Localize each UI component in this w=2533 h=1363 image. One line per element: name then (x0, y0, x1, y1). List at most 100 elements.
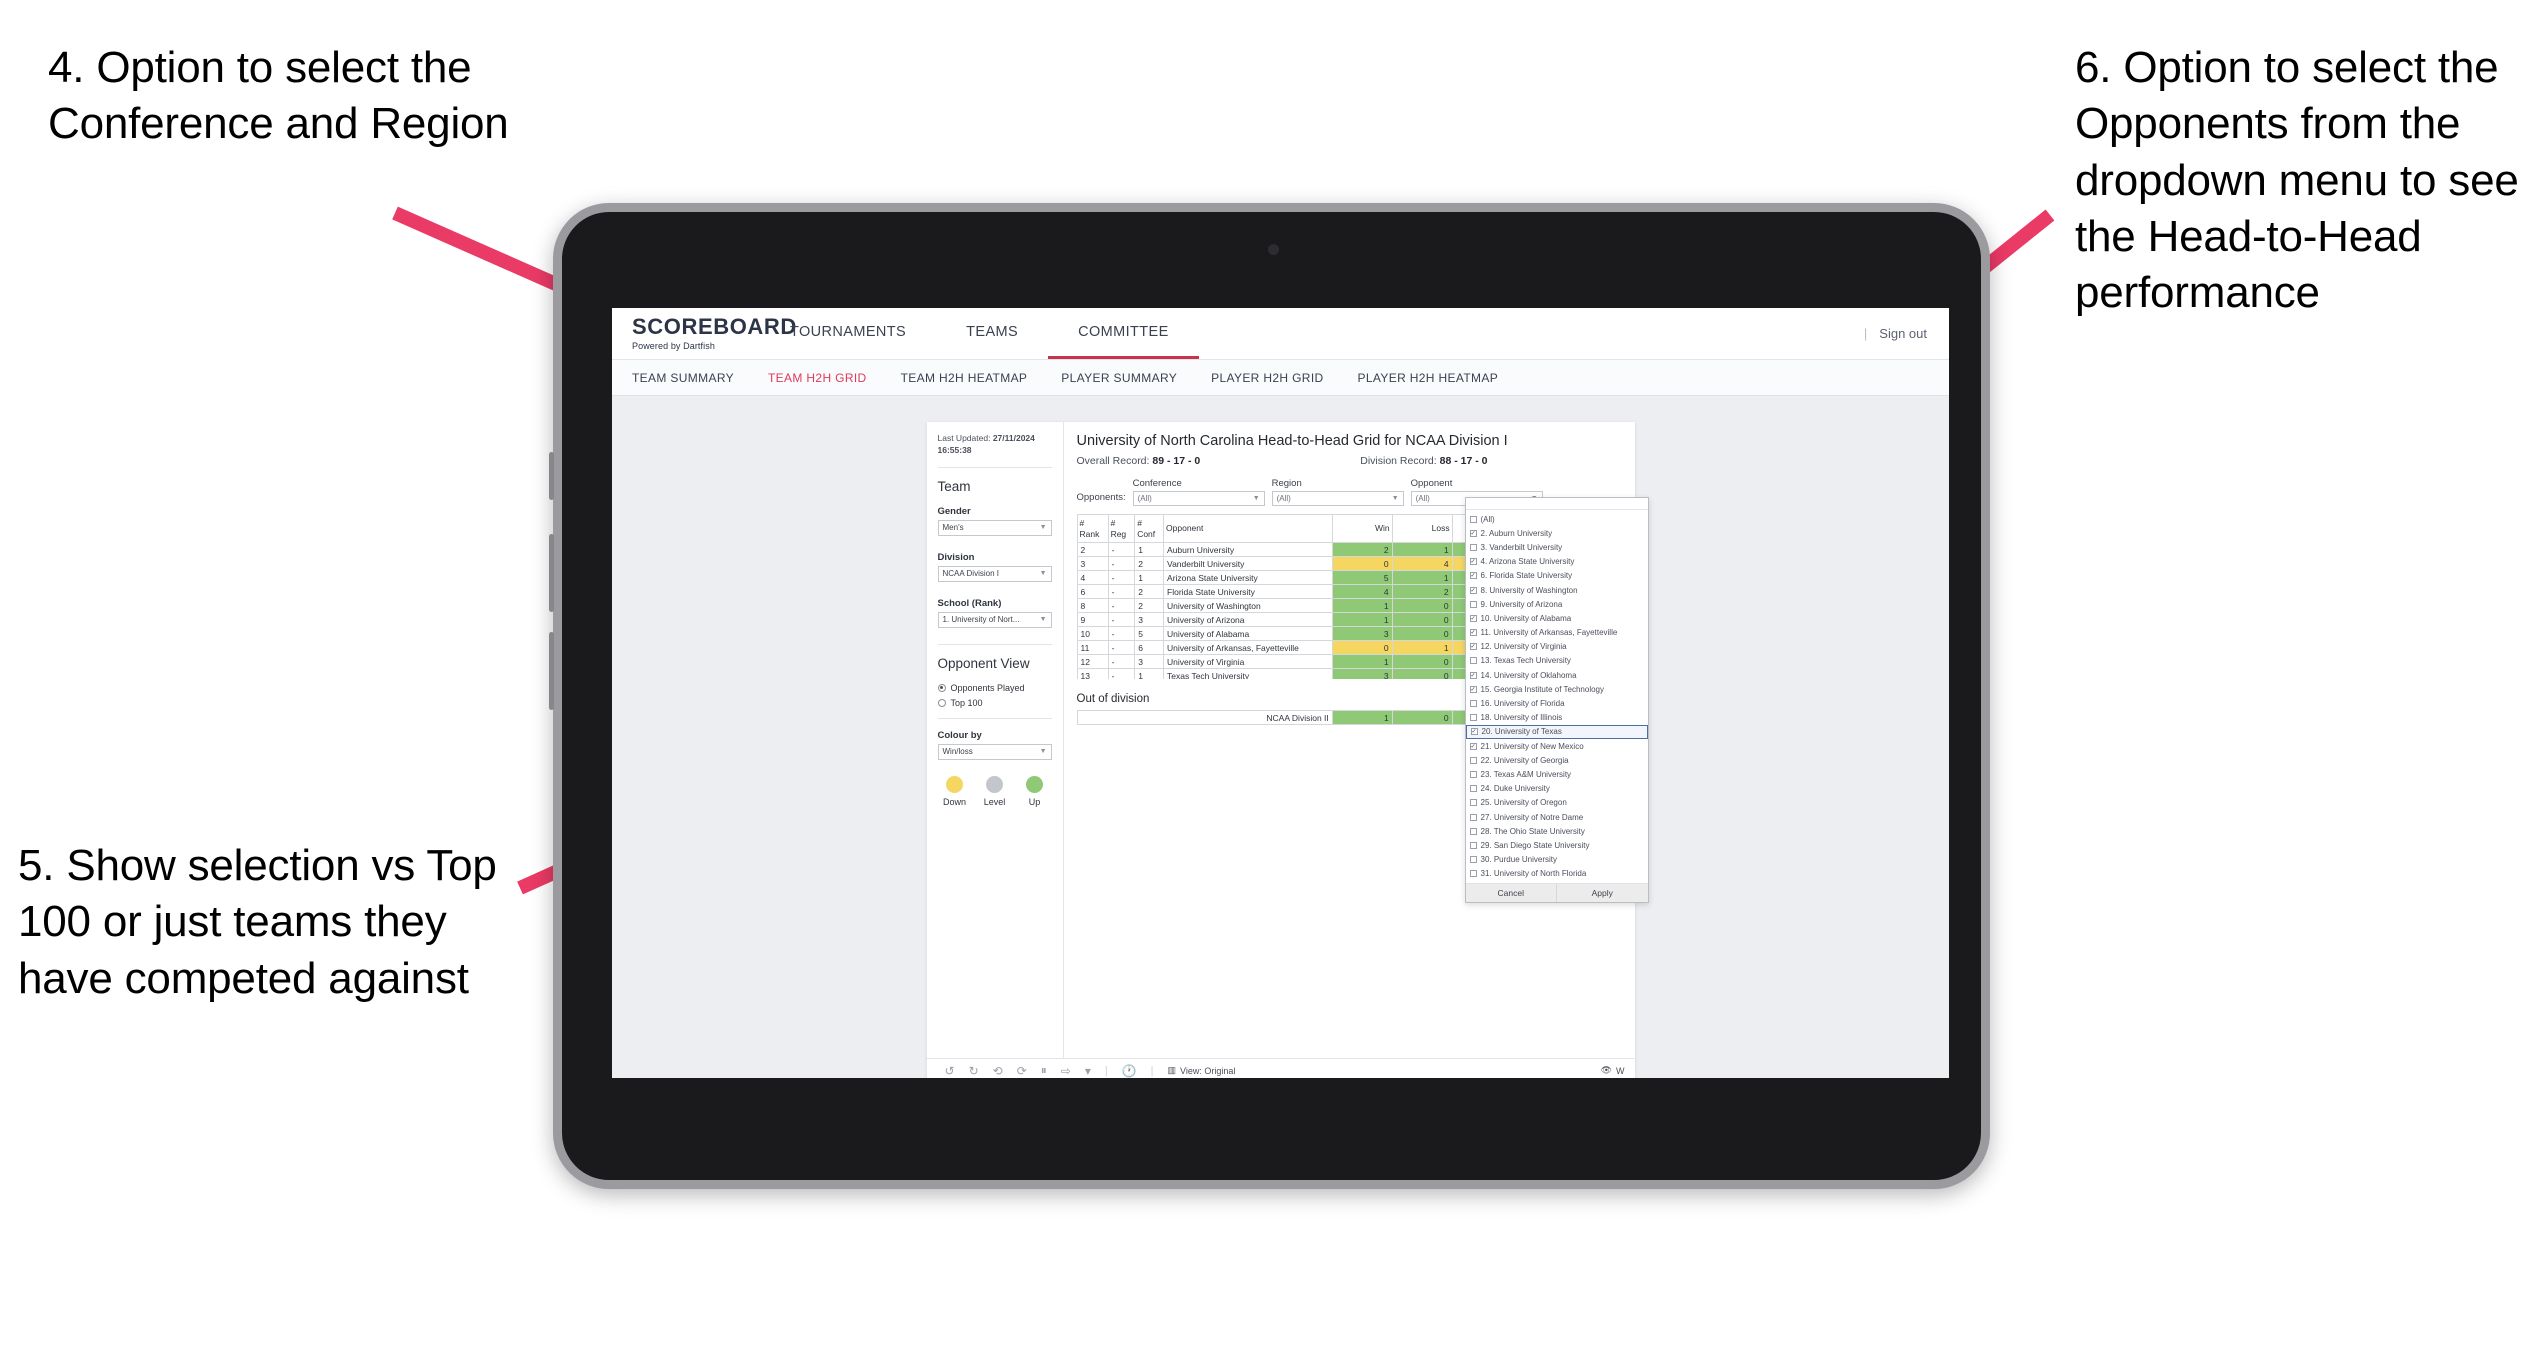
checkbox-icon[interactable] (1469, 657, 1477, 665)
table-row[interactable]: 11-6 University of Arkansas, Fayetteville… (1076, 640, 1482, 656)
checkbox-icon[interactable]: ✓ (1469, 742, 1477, 750)
chevron-down-icon[interactable]: ▾ (1085, 1064, 1091, 1078)
history-icon[interactable]: 🕐 (1122, 1064, 1137, 1078)
redo-icon[interactable]: ↻ (969, 1064, 979, 1078)
dropdown-option[interactable]: ✓ 12. University of Virginia (1466, 640, 1648, 654)
chevron-down-icon: ▼ (1039, 748, 1047, 756)
school-select[interactable]: 1. University of Nort... ▼ (937, 611, 1052, 628)
header-right: | Sign out (1864, 326, 1949, 341)
dropdown-option[interactable]: 24. Duke University (1466, 782, 1648, 796)
apply-button[interactable]: Apply (1556, 883, 1648, 902)
radio-top-100[interactable]: Top 100 (937, 698, 1052, 708)
revert-icon[interactable]: ⟲ (993, 1064, 1003, 1078)
checkbox-icon[interactable]: ✓ (1469, 643, 1477, 651)
region-select[interactable]: (All) ▼ (1271, 491, 1404, 506)
table-row[interactable]: 2-1 Auburn University 2 1 (1076, 542, 1482, 558)
ood-loss: 0 (1391, 710, 1453, 725)
dropdown-search-field[interactable] (1465, 498, 1648, 510)
view-original-button[interactable]: ▥ View: Original (1168, 1065, 1236, 1076)
undo-icon[interactable]: ↺ (945, 1064, 955, 1078)
table-row[interactable]: 13-1 Texas Tech University 3 0 (1076, 668, 1482, 679)
dropdown-option[interactable]: 28. The Ohio State University (1466, 824, 1648, 838)
eye-icon[interactable]: 👁 (1601, 1065, 1612, 1076)
checkbox-icon[interactable]: ✓ (1469, 572, 1477, 580)
nav-committee[interactable]: COMMITTEE (1048, 308, 1199, 359)
dropdown-option[interactable]: 29. San Diego State University (1466, 838, 1648, 852)
checkbox-icon[interactable] (1469, 870, 1477, 878)
dropdown-option[interactable]: 3. Vanderbilt University (1466, 540, 1648, 554)
dropdown-option[interactable]: ✓ 14. University of Oklahoma (1466, 668, 1648, 682)
checkbox-icon[interactable] (1469, 756, 1477, 764)
dropdown-option[interactable]: ✓ 10. University of Alabama (1466, 611, 1648, 625)
dropdown-option[interactable]: ✓ 20. University of Texas (1465, 724, 1648, 739)
cancel-button[interactable]: Cancel (1466, 884, 1557, 902)
checkbox-icon[interactable] (1469, 827, 1477, 835)
gender-select[interactable]: Men's ▼ (937, 519, 1052, 536)
colour-by-value: Win/loss (942, 747, 973, 757)
checkbox-icon[interactable] (1469, 813, 1477, 821)
table-row[interactable]: 8-2 University of Washington 1 0 (1076, 598, 1482, 614)
brand-logo[interactable]: SCOREBOARD Powered by Dartfish (612, 316, 796, 352)
dropdown-option[interactable]: ✓ 2. Auburn University (1466, 526, 1648, 540)
tab-player-h2h-heatmap[interactable]: PLAYER H2H HEATMAP (1358, 371, 1499, 385)
checkbox-icon[interactable] (1469, 700, 1477, 708)
dropdown-option[interactable]: ✓ 4. Arizona State University (1466, 555, 1648, 569)
checkbox-icon[interactable]: ✓ (1469, 558, 1477, 566)
radio-icon-unselected (937, 698, 946, 707)
table-row[interactable]: 3-2 Vanderbilt University 0 4 (1076, 556, 1482, 572)
checkbox-icon[interactable] (1469, 770, 1477, 778)
table-row[interactable]: 4-1 Arizona State University 5 1 (1076, 570, 1482, 586)
dropdown-option[interactable]: 16. University of Florida (1466, 696, 1648, 710)
dropdown-option[interactable]: 27. University of Notre Dame (1466, 810, 1648, 824)
dropdown-option[interactable]: ✓ 8. University of Washington (1466, 583, 1648, 597)
sign-out-link[interactable]: Sign out (1879, 326, 1927, 341)
dropdown-option[interactable]: 18. University of Illinois (1466, 711, 1648, 725)
nav-tournaments[interactable]: TOURNAMENTS (760, 308, 936, 359)
checkbox-icon[interactable]: ✓ (1469, 671, 1477, 679)
division-select[interactable]: NCAA Division I ▼ (937, 565, 1052, 582)
tab-team-summary[interactable]: TEAM SUMMARY (632, 371, 734, 385)
checkbox-icon[interactable]: ✓ (1469, 629, 1477, 637)
checkbox-icon[interactable]: ✓ (1469, 685, 1477, 693)
checkbox-icon[interactable]: ✓ (1469, 586, 1477, 594)
checkbox-icon[interactable] (1469, 515, 1477, 523)
dropdown-option[interactable]: (All) (1466, 512, 1648, 526)
opponent-dropdown-menu[interactable]: (All) ✓ 2. Auburn University 3. Vanderbilt … (1464, 497, 1649, 903)
dropdown-option[interactable]: 30. Purdue University (1466, 853, 1648, 867)
tab-team-h2h-grid[interactable]: TEAM H2H GRID (768, 371, 867, 385)
tab-team-h2h-heatmap[interactable]: TEAM H2H HEATMAP (901, 371, 1028, 385)
refresh-data-icon[interactable]: ⟳ (1017, 1064, 1027, 1078)
dropdown-option[interactable]: 13. Texas Tech University (1466, 654, 1648, 668)
dropdown-option[interactable]: 9. University of Arizona (1466, 597, 1648, 611)
table-row[interactable]: 12-3 University of Virginia 1 0 (1076, 654, 1482, 670)
dropdown-option[interactable]: ✓ 21. University of New Mexico (1466, 739, 1648, 753)
checkbox-icon[interactable] (1469, 799, 1477, 807)
checkbox-icon[interactable] (1469, 543, 1477, 551)
share-icon[interactable]: ⇨ (1061, 1064, 1071, 1078)
table-row[interactable]: 10-5 University of Alabama 3 0 (1076, 626, 1482, 642)
tab-player-summary[interactable]: PLAYER SUMMARY (1061, 371, 1177, 385)
checkbox-icon[interactable] (1469, 856, 1477, 864)
table-row[interactable]: 9-3 University of Arizona 1 0 (1076, 612, 1482, 628)
checkbox-icon[interactable]: ✓ (1469, 529, 1477, 537)
checkbox-icon[interactable] (1469, 714, 1477, 722)
checkbox-icon[interactable] (1469, 841, 1477, 849)
radio-opponents-played[interactable]: Opponents Played (937, 683, 1052, 693)
nav-teams[interactable]: TEAMS (936, 308, 1048, 359)
dropdown-option[interactable]: ✓ 11. University of Arkansas, Fayettevill… (1466, 626, 1648, 640)
checkbox-icon[interactable] (1469, 600, 1477, 608)
dropdown-option[interactable]: ✓ 6. Florida State University (1466, 569, 1648, 583)
dropdown-option[interactable]: 25. University of Oregon (1466, 796, 1648, 810)
checkbox-icon[interactable]: ✓ (1470, 728, 1478, 736)
dropdown-option[interactable]: 23. Texas A&M University (1466, 767, 1648, 781)
checkbox-icon[interactable]: ✓ (1469, 614, 1477, 622)
dropdown-option[interactable]: 22. University of Georgia (1466, 753, 1648, 767)
tab-player-h2h-grid[interactable]: PLAYER H2H GRID (1211, 371, 1323, 385)
dropdown-option[interactable]: ✓ 15. Georgia Institute of Technology (1466, 682, 1648, 696)
conference-select[interactable]: (All) ▼ (1132, 491, 1265, 506)
checkbox-icon[interactable] (1469, 785, 1477, 793)
table-row[interactable]: 6-2 Florida State University 4 2 (1076, 584, 1482, 600)
colour-by-select[interactable]: Win/loss ▼ (937, 743, 1052, 760)
dropdown-option[interactable]: 31. University of North Florida (1466, 867, 1648, 881)
pause-updates-icon[interactable]: ⏸ (1041, 1063, 1047, 1078)
